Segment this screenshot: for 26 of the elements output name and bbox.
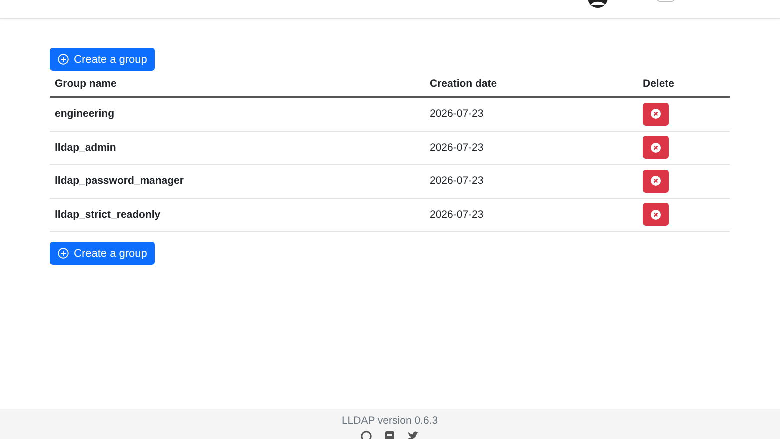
x-circle-icon	[651, 142, 661, 153]
creation-date: 2026-07-23	[430, 208, 484, 221]
group-name-link[interactable]: lldap_admin	[55, 142, 116, 154]
delete-button[interactable]	[643, 203, 669, 226]
bird-icon[interactable]	[408, 431, 419, 439]
column-header: Delete	[643, 78, 675, 90]
creation-date: 2026-07-23	[430, 175, 484, 188]
delete-button[interactable]	[643, 136, 669, 160]
plus-circle-icon	[58, 248, 69, 259]
x-circle-icon	[651, 210, 661, 220]
group-name-link[interactable]: engineering	[55, 108, 115, 120]
version-text: LLDAP version 0.6.3	[342, 415, 438, 427]
x-circle-icon	[651, 176, 661, 186]
delete-button[interactable]	[643, 102, 669, 126]
delete-button[interactable]	[643, 170, 669, 193]
chat-icon[interactable]	[385, 431, 395, 439]
creation-date: 2026-07-23	[430, 142, 484, 154]
column-header: Creation date	[430, 78, 498, 90]
create-group-button[interactable]: Create a group	[50, 48, 156, 71]
group-name-link[interactable]: lldap_password_manager	[55, 175, 184, 188]
group-name-link[interactable]: lldap_strict_readonly	[55, 208, 161, 221]
plus-circle-icon	[58, 54, 69, 65]
column-header: Group name	[55, 78, 117, 90]
x-circle-icon	[651, 109, 661, 120]
creation-date: 2026-07-23	[430, 108, 484, 120]
create-group-button[interactable]: Create a group	[50, 242, 156, 265]
